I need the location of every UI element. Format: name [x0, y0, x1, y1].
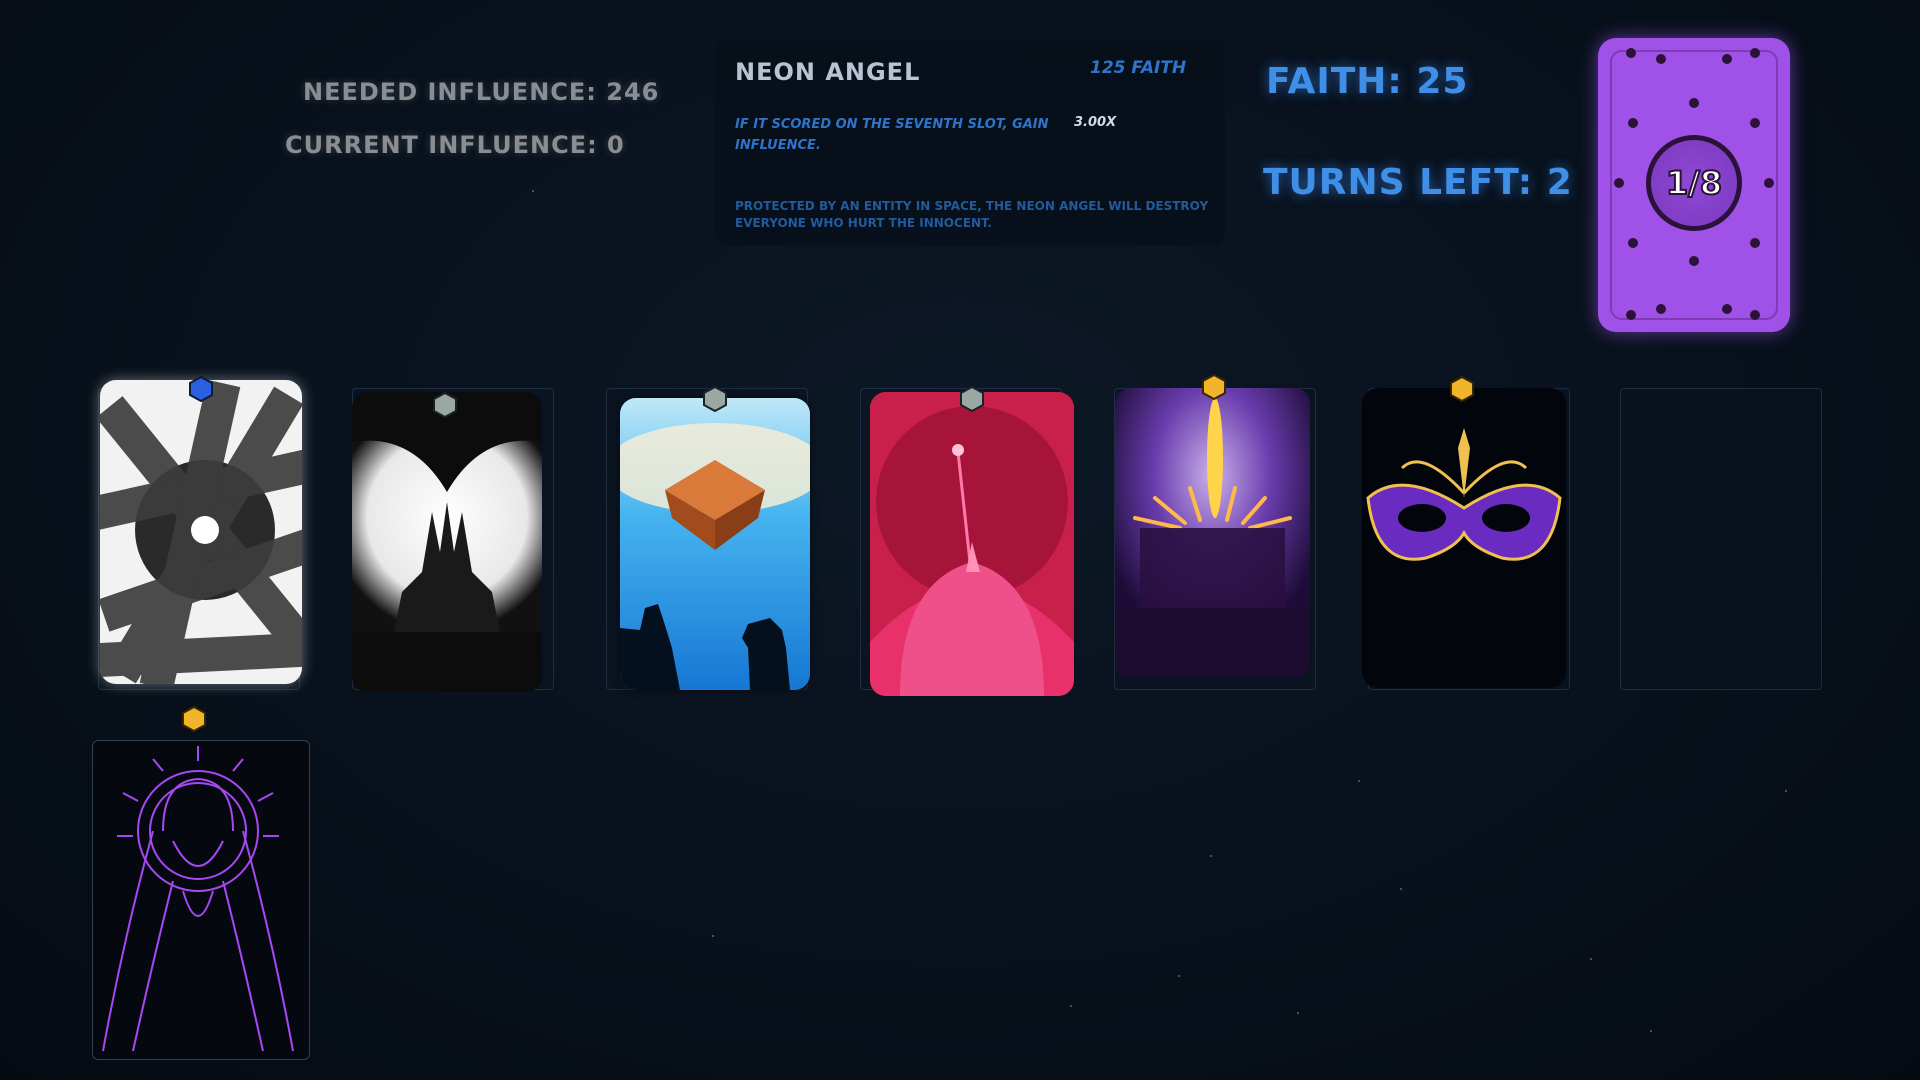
crossed-strokes-card[interactable] — [100, 380, 302, 684]
blue-gem-icon — [189, 376, 213, 402]
card-name: NEON ANGEL — [735, 58, 921, 86]
card-tooltip: NEON ANGEL 125 FAITH IF IT SCORED ON THE… — [715, 40, 1225, 245]
red-tower-art — [870, 392, 1074, 696]
gold-gem-icon — [1450, 376, 1474, 402]
red-tower-card[interactable] — [870, 392, 1074, 696]
neon-angel-art — [102, 746, 294, 1052]
card-multiplier: 3.00X — [1074, 115, 1117, 130]
crossed-strokes-art — [100, 380, 302, 684]
floating-cube-art — [620, 398, 810, 690]
silhouette-art — [352, 440, 542, 692]
needed-influence: NEEDED INFLUENCE: 246 — [303, 78, 660, 106]
empty-slot[interactable] — [1620, 388, 1822, 690]
masquerade-mask-art — [1366, 428, 1562, 561]
floating-cube-card[interactable] — [620, 398, 810, 690]
gray-gem-icon — [433, 392, 457, 418]
turns-left-counter: TURNS LEFT: 2 — [1263, 162, 1573, 203]
neon-angel-card[interactable] — [92, 740, 310, 1060]
gray-gem-icon — [960, 386, 984, 412]
deck-counter-ring: 1/8 — [1646, 135, 1742, 231]
deck-pile[interactable]: 1/8 — [1598, 38, 1790, 332]
faith-counter: FAITH: 25 — [1266, 61, 1469, 102]
gold-gem-icon — [1202, 374, 1226, 400]
masquerade-mask-card[interactable] — [1362, 388, 1566, 688]
card-lore: PROTECTED BY AN ENTITY IN SPACE, THE NEO… — [735, 199, 1209, 230]
current-influence: CURRENT INFLUENCE: 0 — [285, 131, 625, 159]
silhouette-card[interactable] — [352, 392, 542, 692]
card-cost: 125 FAITH — [1090, 58, 1187, 78]
gold-gem-icon — [182, 706, 206, 732]
purple-eye-art — [1115, 388, 1310, 678]
deck-count: 1/8 — [1665, 163, 1723, 203]
card-effect: IF IT SCORED ON THE SEVENTH SLOT, GAIN I… — [735, 117, 1049, 153]
purple-eye-card[interactable] — [1115, 388, 1310, 678]
gray-gem-icon — [703, 386, 727, 412]
